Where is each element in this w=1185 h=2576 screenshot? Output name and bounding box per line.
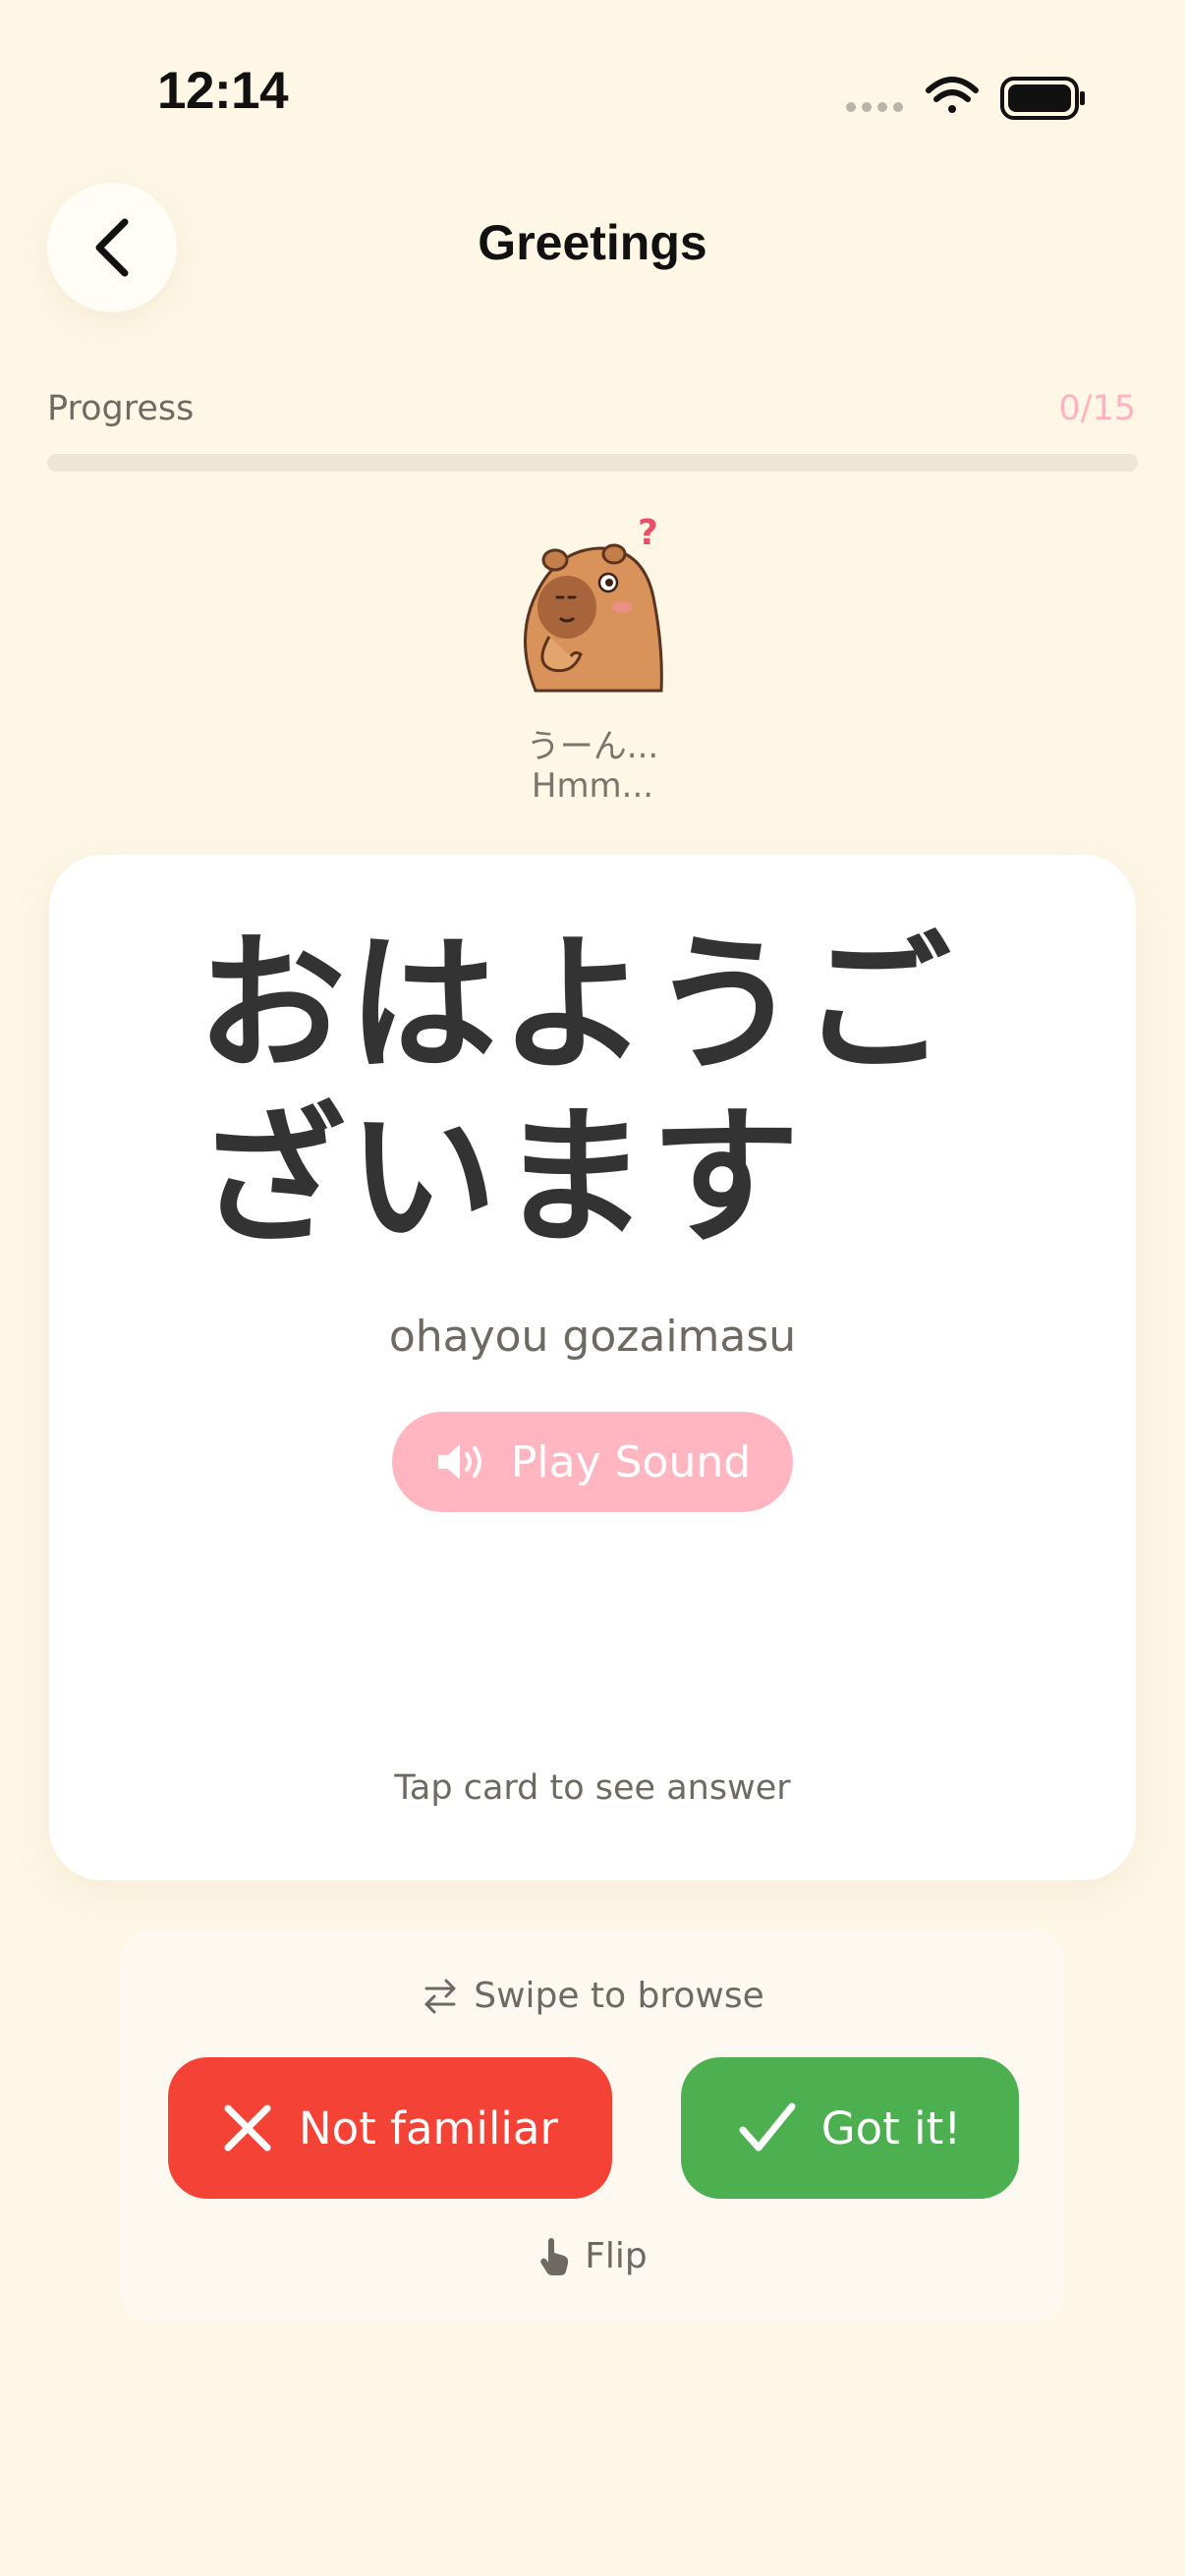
flashcard[interactable]: おはようございます ohayou gozaimasu Play Sound Ta…: [49, 855, 1136, 1880]
page-title: Greetings: [478, 215, 707, 270]
progress-bar: [47, 454, 1138, 472]
capybara-thinking-icon: ?: [524, 513, 663, 693]
progress-label: Progress: [47, 389, 195, 428]
play-sound-button[interactable]: Play Sound: [392, 1412, 793, 1512]
flip-label: Flip: [585, 2235, 648, 2276]
not-familiar-button[interactable]: Not familiar: [168, 2057, 612, 2199]
x-icon: [224, 2104, 271, 2152]
mascot-text-english: Hmm...: [531, 766, 654, 806]
not-familiar-label: Not familiar: [299, 2101, 558, 2155]
swap-arrows-icon: [424, 1979, 456, 2013]
status-icons: [846, 77, 1085, 120]
got-it-button[interactable]: Got it!: [681, 2057, 1019, 2199]
wifi-icon: [926, 77, 979, 113]
action-panel: Swipe to browse Not familiar Got it! Fli…: [120, 1929, 1065, 2324]
battery-icon: [1000, 77, 1085, 120]
mascot-text-japanese: うーん...: [526, 727, 659, 766]
svg-text:?: ?: [638, 513, 658, 553]
card-romaji: ohayou gozaimasu: [388, 1312, 797, 1362]
card-word: おはようございます: [197, 918, 953, 1264]
cellular-signal-icon: [846, 102, 903, 112]
swipe-hint-label: Swipe to browse: [474, 1976, 764, 2016]
status-time: 12:14: [157, 62, 289, 120]
tap-hand-icon: [540, 2238, 569, 2275]
swipe-hint: Swipe to browse: [120, 1976, 1065, 2016]
got-it-label: Got it!: [820, 2101, 962, 2155]
checkmark-icon: [739, 2102, 796, 2152]
play-sound-label: Play Sound: [510, 1436, 752, 1487]
progress-count: 0/15: [1058, 389, 1136, 428]
flip-hint[interactable]: Flip: [120, 2235, 1065, 2276]
speaker-icon: [437, 1444, 481, 1480]
card-hint: Tap card to see answer: [394, 1768, 791, 1808]
